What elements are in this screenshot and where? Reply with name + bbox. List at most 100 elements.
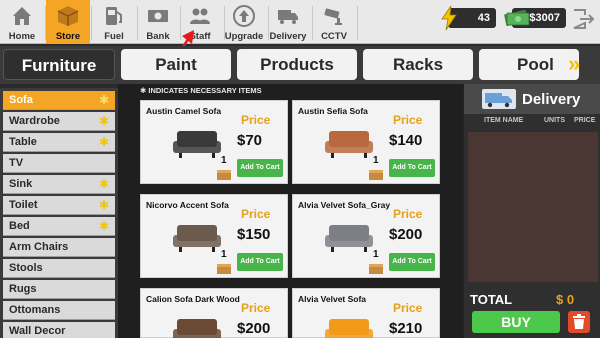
required-mark-icon: ✱ bbox=[98, 114, 109, 128]
sidebar-item-wall-decor[interactable]: Wall Decor bbox=[3, 322, 115, 338]
top-nav-bar: Home Store Fuel Bank Staff Upgrade Deliv… bbox=[0, 0, 600, 44]
product-quantity: 1 bbox=[221, 249, 227, 260]
product-price: $200 bbox=[389, 226, 423, 243]
sidebar-item-rugs[interactable]: Rugs bbox=[3, 280, 115, 299]
delivery-title: Delivery bbox=[522, 91, 581, 108]
delivery-truck-icon bbox=[278, 10, 298, 24]
product-price: $150 bbox=[237, 226, 271, 243]
add-to-cart-button[interactable]: Add To Cart bbox=[237, 253, 283, 271]
clear-cart-button[interactable] bbox=[568, 311, 590, 333]
upgrade-arrow-icon bbox=[233, 5, 255, 27]
product-name: Alvia Velvet Sofa_Gray bbox=[298, 200, 391, 210]
price-label: Price bbox=[393, 113, 423, 127]
nav-home[interactable]: Home bbox=[0, 0, 44, 44]
box-icon bbox=[369, 170, 383, 180]
product-name: Calion Sofa Dark Wood bbox=[146, 294, 240, 304]
product-price: $210 bbox=[389, 320, 423, 337]
necessary-items-note: ✱ INDICATES NECESSARY ITEMS bbox=[140, 86, 262, 95]
required-mark-icon: ✱ bbox=[98, 198, 109, 212]
total-value: $ 0 bbox=[556, 292, 575, 307]
buy-button[interactable]: BUY bbox=[472, 311, 560, 333]
sidebar-item-wardrobe[interactable]: Wardrobe ✱ bbox=[3, 112, 115, 131]
tab-paint[interactable]: Paint bbox=[121, 49, 231, 80]
add-to-cart-button[interactable]: Add To Cart bbox=[389, 253, 435, 271]
product-name: Austin Camel Sofa bbox=[146, 106, 222, 116]
store-box-icon bbox=[57, 6, 79, 26]
delivery-truck-icon bbox=[482, 89, 516, 109]
tab-products[interactable]: Products bbox=[237, 49, 357, 80]
subcategory-sidebar: Sofa ✱ Wardrobe ✱ Table ✱ TV Sink ✱ Toilet ✱ … bbox=[0, 88, 118, 338]
nav-store[interactable]: Store bbox=[46, 0, 90, 44]
column-units: UNITS bbox=[544, 117, 565, 124]
price-label: Price bbox=[393, 301, 423, 315]
delivery-header: Delivery bbox=[464, 84, 600, 114]
sofa-image bbox=[173, 319, 221, 338]
delivery-columns: ITEM NAME UNITS PRICE bbox=[464, 117, 600, 129]
required-mark-icon: ✱ bbox=[98, 219, 109, 233]
product-price: $70 bbox=[237, 132, 263, 149]
delivery-panel: Delivery ITEM NAME UNITS PRICE TOTAL $ 0… bbox=[462, 84, 600, 338]
sidebar-item-stools[interactable]: Stools bbox=[3, 259, 115, 278]
cash-icon bbox=[148, 10, 168, 22]
product-card[interactable]: Austin Camel Sofa Price $70 1 Add To Cart bbox=[140, 100, 288, 184]
product-card[interactable]: Alvia Velvet Sofa_Gray Price $200 1 Add To C… bbox=[292, 194, 440, 278]
sidebar-item-sink[interactable]: Sink ✱ bbox=[3, 175, 115, 194]
sofa-image bbox=[325, 131, 373, 158]
sidebar-item-table[interactable]: Table ✱ bbox=[3, 133, 115, 152]
lightning-icon bbox=[441, 5, 457, 31]
staff-people-icon bbox=[190, 8, 210, 24]
sidebar-item-tv[interactable]: TV bbox=[3, 154, 115, 173]
price-label: Price bbox=[241, 207, 271, 221]
required-mark-icon: ✱ bbox=[98, 135, 109, 149]
money-stack-icon bbox=[504, 10, 530, 26]
home-icon bbox=[13, 7, 31, 25]
trash-icon bbox=[573, 314, 585, 329]
sidebar-item-toilet[interactable]: Toilet ✱ bbox=[3, 196, 115, 215]
cctv-camera-icon bbox=[324, 8, 342, 25]
box-icon bbox=[217, 264, 231, 274]
tab-furniture[interactable]: Furniture bbox=[3, 49, 115, 80]
product-quantity: 1 bbox=[221, 155, 227, 166]
exit-icon[interactable] bbox=[571, 7, 595, 31]
tab-racks[interactable]: Racks bbox=[363, 49, 473, 80]
nav-bank[interactable]: Bank bbox=[136, 0, 180, 44]
nav-upgrade[interactable]: Upgrade bbox=[222, 0, 266, 44]
nav-staff[interactable]: Staff bbox=[178, 0, 222, 44]
tab-pool[interactable]: Pool bbox=[479, 49, 579, 80]
product-name: Alvia Velvet Sofa bbox=[298, 294, 367, 304]
column-price: PRICE bbox=[574, 117, 596, 124]
sidebar-item-bed[interactable]: Bed ✱ bbox=[3, 217, 115, 236]
product-card[interactable]: Calion Sofa Dark Wood Price $200 bbox=[140, 288, 288, 338]
sofa-image bbox=[173, 225, 221, 252]
nav-fuel[interactable]: Fuel bbox=[92, 0, 136, 44]
fuel-pump-icon bbox=[106, 7, 122, 25]
delivery-item-list bbox=[468, 132, 598, 282]
required-mark-icon: ✱ bbox=[98, 177, 109, 191]
column-item-name: ITEM NAME bbox=[484, 117, 524, 124]
product-card[interactable]: Nicorvo Accent Sofa Price $150 1 Add To Cart bbox=[140, 194, 288, 278]
product-price: $140 bbox=[389, 132, 423, 149]
chevron-right-icon[interactable]: » bbox=[568, 53, 590, 77]
total-label: TOTAL bbox=[470, 292, 513, 307]
add-to-cart-button[interactable]: Add To Cart bbox=[389, 159, 435, 177]
required-mark-icon: ✱ bbox=[98, 93, 109, 107]
box-icon bbox=[217, 170, 231, 180]
nav-delivery[interactable]: Delivery bbox=[266, 0, 310, 44]
sofa-image bbox=[325, 319, 373, 338]
sidebar-item-arm-chairs[interactable]: Arm Chairs bbox=[3, 238, 115, 257]
price-label: Price bbox=[393, 207, 423, 221]
product-card[interactable]: Austin Sefia Sofa Price $140 1 Add To Cart bbox=[292, 100, 440, 184]
add-to-cart-button[interactable]: Add To Cart bbox=[237, 159, 283, 177]
product-price: $200 bbox=[237, 320, 271, 337]
product-name: Austin Sefia Sofa bbox=[298, 106, 368, 116]
sidebar-item-sofa[interactable]: Sofa ✱ bbox=[3, 91, 115, 110]
nav-cctv[interactable]: CCTV bbox=[312, 0, 356, 44]
box-icon bbox=[369, 264, 383, 274]
product-quantity: 1 bbox=[373, 155, 379, 166]
sofa-image bbox=[173, 131, 221, 158]
price-label: Price bbox=[241, 113, 271, 127]
category-tabs: Furniture Paint Products Racks Pool » bbox=[0, 46, 600, 84]
sidebar-item-ottomans[interactable]: Ottomans bbox=[3, 301, 115, 320]
product-card[interactable]: Alvia Velvet Sofa Price $210 bbox=[292, 288, 440, 338]
product-name: Nicorvo Accent Sofa bbox=[146, 200, 229, 210]
